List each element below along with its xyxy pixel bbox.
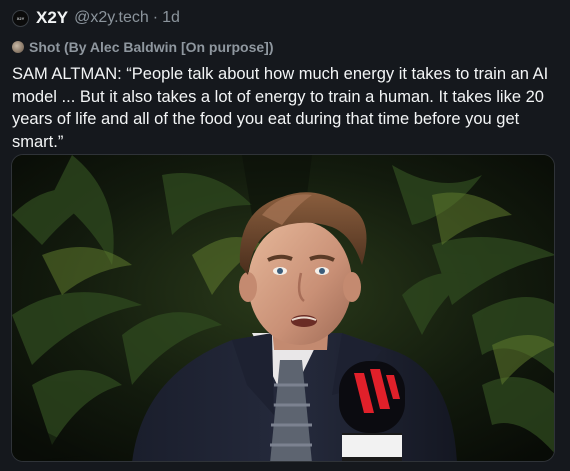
post-card[interactable]: X2Y X2Y @x2y.tech · 1d Shot (By Alec Bal… <box>0 0 570 471</box>
avatar[interactable]: X2Y <box>12 9 29 27</box>
post-header: X2Y X2Y @x2y.tech · 1d <box>12 7 180 29</box>
microphone-icon <box>339 361 405 461</box>
video-thumbnail[interactable] <box>11 154 555 462</box>
user-handle[interactable]: @x2y.tech <box>74 9 149 27</box>
community-avatar-icon <box>12 41 24 53</box>
post-text: SAM ALTMAN: “People talk about how much … <box>12 65 549 151</box>
community-tag[interactable]: Shot (By Alec Baldwin [On purpose]) <box>12 38 274 56</box>
display-name[interactable]: X2Y <box>36 8 68 28</box>
community-label[interactable]: Shot (By Alec Baldwin [On purpose]) <box>29 39 274 55</box>
separator-dot: · <box>152 9 159 26</box>
post-timestamp[interactable]: 1d <box>162 9 180 27</box>
video-still-image <box>12 155 554 461</box>
